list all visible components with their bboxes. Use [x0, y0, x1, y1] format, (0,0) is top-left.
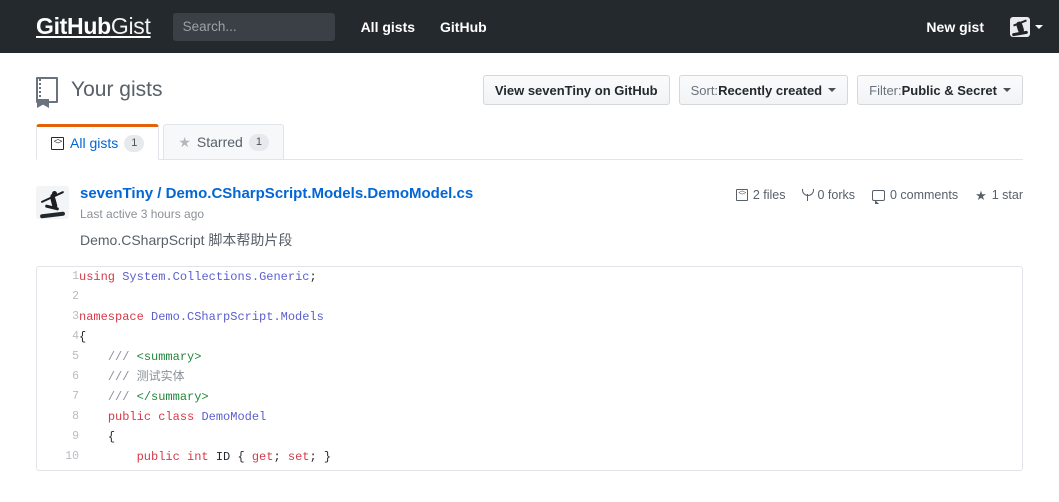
gist-forks-stat[interactable]: 0 forks — [802, 188, 855, 202]
site-header: GitHubGist All gists GitHub New gist — [0, 0, 1059, 53]
fork-icon — [802, 188, 815, 202]
gist-files-label: 2 files — [752, 188, 786, 202]
chevron-down-icon — [828, 88, 837, 92]
gist-tabs: <> All gists 1 ★ Starred 1 — [36, 123, 1023, 160]
gist-owner-link[interactable]: sevenTiny — [80, 185, 153, 202]
gist-files-stat[interactable]: <> 2 files — [735, 188, 786, 202]
filter-value: Public & Secret — [901, 82, 997, 98]
code-line-content: namespace Demo.CSharpScript.Models — [79, 310, 324, 324]
code-line-number: 6 — [72, 370, 79, 383]
sort-button[interactable]: Sort: Recently created — [678, 75, 849, 105]
code-line-content: { — [79, 330, 87, 344]
code-line-content — [79, 287, 1022, 307]
gist-stars-stat[interactable]: ★ 1 star — [975, 188, 1023, 202]
code-line: 3 namespace Demo.CSharpScript.Models — [37, 307, 1022, 327]
code-line: 4{ — [37, 327, 1022, 347]
page-title: Your gists — [71, 78, 163, 101]
gist-content: sevenTiny / Demo.CSharpScript.Models.Dem… — [80, 185, 1023, 250]
search-input[interactable] — [172, 12, 335, 41]
code-line: 8 public class DemoModel — [37, 407, 1022, 427]
code-line-number: 9 — [72, 430, 79, 443]
tab-all-gists[interactable]: <> All gists 1 — [36, 124, 160, 160]
code-line: 6 /// 测试实体 — [37, 367, 1022, 387]
gist-meta: <> 2 files 0 forks 0 comments ★ 1 star — [735, 185, 1023, 204]
filter-prefix: Filter: — [869, 82, 902, 98]
nav-github[interactable]: GitHub — [440, 19, 487, 35]
code-table: 1 using System.Collections.Generic; 2 3 nam… — [37, 267, 1022, 467]
sort-prefix: Sort: — [690, 82, 719, 98]
tab-all-gists-count: 1 — [124, 134, 145, 152]
view-on-github-label: View sevenTiny on GitHub — [494, 82, 658, 98]
chevron-down-icon — [1003, 88, 1011, 92]
code-line: 10 public int ID { get; set; } — [37, 447, 1022, 467]
code-line-number: 2 — [72, 290, 79, 303]
code-line: 9 { — [37, 427, 1022, 447]
code-line-content: public int ID { get; set; } — [136, 450, 332, 464]
gist-entry: sevenTiny / Demo.CSharpScript.Models.Dem… — [36, 160, 1023, 250]
code-line-content: using System.Collections.Generic; — [79, 270, 317, 284]
code-icon: <> — [735, 189, 748, 201]
code-line-number: 1 — [72, 270, 79, 283]
gist-author-avatar[interactable] — [36, 186, 69, 219]
code-line-content: /// </summary> — [107, 390, 209, 404]
code-line: 1 using System.Collections.Generic; — [37, 267, 1022, 287]
logo-github-text: GitHub — [36, 13, 111, 39]
tab-starred-label: Starred — [196, 134, 243, 150]
chevron-down-icon — [1035, 24, 1043, 29]
code-line-number: 5 — [72, 350, 79, 363]
code-line: 5 /// <summary> — [37, 347, 1022, 367]
gist-comments-stat[interactable]: 0 comments — [871, 188, 959, 204]
filter-button[interactable]: Filter: Public & Secret — [857, 75, 1023, 105]
gist-stars-label: 1 star — [991, 188, 1023, 202]
tab-all-gists-label: All gists — [70, 135, 119, 151]
logo-gist-text: Gist — [110, 13, 151, 39]
code-line-content: /// <summary> — [107, 350, 202, 364]
gist-title-separator: / — [153, 185, 166, 202]
code-line-number: 3 — [72, 310, 79, 323]
code-lines: 1 using System.Collections.Generic; 2 3 nam… — [37, 267, 1022, 467]
page-body: Your gists View sevenTiny on GitHub Sort… — [0, 53, 1059, 471]
code-line: 2 — [37, 287, 1022, 307]
page-titlebar: Your gists View sevenTiny on GitHub Sort… — [36, 53, 1023, 121]
code-line-content: /// 测试实体 — [107, 370, 185, 384]
gist-title: sevenTiny / Demo.CSharpScript.Models.Dem… — [80, 185, 473, 202]
code-line: 7 /// </summary> — [37, 387, 1022, 407]
tab-starred[interactable]: ★ Starred 1 — [163, 124, 284, 160]
sort-value: Recently created — [718, 82, 823, 98]
gist-filename-link[interactable]: Demo.CSharpScript.Models.DemoModel.cs — [166, 185, 474, 202]
nav-all-gists[interactable]: All gists — [361, 19, 415, 35]
code-icon: <> — [51, 136, 64, 150]
gist-header-row: sevenTiny / Demo.CSharpScript.Models.Dem… — [80, 185, 1023, 204]
account-menu[interactable] — [1010, 16, 1043, 37]
new-gist-button[interactable]: New gist — [926, 19, 984, 35]
tab-starred-count: 1 — [248, 133, 269, 151]
code-line-number: 4 — [72, 330, 79, 343]
gist-code-preview[interactable]: 1 using System.Collections.Generic; 2 3 nam… — [36, 266, 1023, 471]
gist-forks-label: 0 forks — [817, 188, 855, 202]
gist-comments-label: 0 comments — [889, 188, 959, 202]
view-on-github-button[interactable]: View sevenTiny on GitHub — [482, 75, 670, 105]
code-line-number: 8 — [72, 410, 79, 423]
avatar — [1010, 16, 1030, 37]
code-line-content: public class DemoModel — [107, 410, 267, 424]
gist-last-active: Last active 3 hours ago — [80, 207, 205, 221]
comment-icon — [871, 189, 885, 204]
code-line-number: 7 — [72, 390, 79, 403]
code-line-number: 10 — [65, 450, 79, 463]
gist-description: Demo.CSharpScript 脚本帮助片段 — [80, 232, 293, 248]
star-icon: ★ — [975, 187, 987, 203]
gist-book-icon — [36, 77, 58, 108]
star-icon: ★ — [178, 134, 191, 150]
gist-logo[interactable]: GitHubGist — [36, 13, 151, 40]
code-line-content: { — [107, 430, 116, 444]
